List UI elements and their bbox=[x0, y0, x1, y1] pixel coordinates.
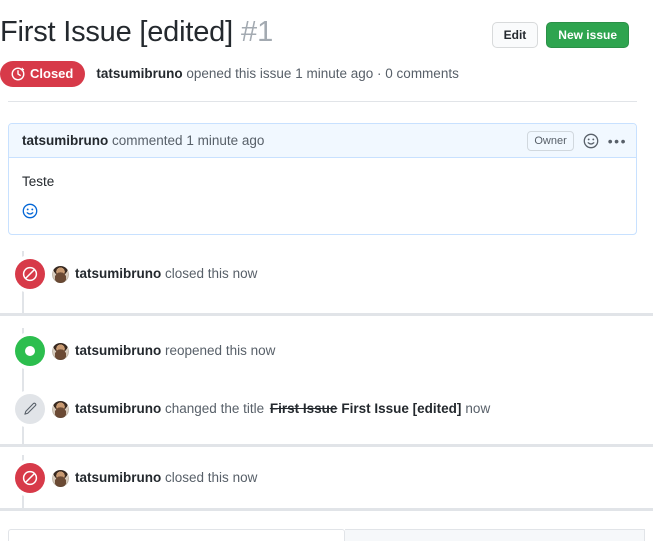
timeline-event-renamed: tatsumibruno changed the title First Iss… bbox=[8, 386, 653, 432]
timeline-event-closed-1: tatsumibruno closed this now bbox=[8, 251, 653, 297]
timeline-event-closed-2: tatsumibruno closed this now bbox=[8, 455, 653, 501]
avatar bbox=[52, 469, 69, 487]
event-time: now bbox=[232, 266, 258, 282]
smiley-icon[interactable] bbox=[583, 133, 599, 149]
timeline-event-text: tatsumibruno closed this now bbox=[52, 469, 257, 487]
timeline-group-2: tatsumibruno reopened this now tatsumibr… bbox=[0, 328, 653, 445]
form-spacer bbox=[0, 511, 653, 530]
event-time: now bbox=[232, 470, 258, 486]
pencil-icon bbox=[15, 394, 45, 425]
old-title: First Issue bbox=[269, 401, 338, 417]
event-action: closed this bbox=[165, 266, 229, 282]
event-author[interactable]: tatsumibruno bbox=[75, 469, 161, 487]
issue-closed-icon bbox=[11, 67, 25, 81]
meta-separator: · bbox=[377, 66, 382, 82]
comment-action: commented bbox=[112, 132, 183, 148]
event-time: now bbox=[250, 343, 276, 359]
issue-comment: tatsumibruno commented 1 minute ago Owne… bbox=[8, 123, 637, 236]
page-title: First Issue [edited] bbox=[0, 16, 233, 48]
issue-title-wrap: First Issue [edited] #1 bbox=[0, 14, 273, 50]
event-action: changed the title bbox=[165, 401, 265, 417]
circle-slash-icon bbox=[15, 463, 45, 494]
issue-comment-count: 0 comments bbox=[385, 66, 459, 82]
new-issue-button[interactable]: New issue bbox=[546, 22, 629, 48]
edit-button[interactable]: Edit bbox=[491, 22, 539, 48]
kebab-horizontal-icon[interactable]: ••• bbox=[608, 134, 627, 148]
comment-byline: tatsumibruno commented 1 minute ago bbox=[22, 132, 264, 150]
avatar bbox=[52, 342, 69, 360]
event-time: now bbox=[465, 401, 491, 417]
comment-text: Teste bbox=[22, 174, 55, 190]
tab-write[interactable] bbox=[8, 529, 345, 541]
event-author[interactable]: tatsumibruno bbox=[75, 342, 161, 360]
event-author[interactable]: tatsumibruno bbox=[75, 265, 161, 283]
new-title: First Issue [edited] bbox=[341, 401, 462, 417]
status-badge-label: Closed bbox=[30, 66, 74, 82]
comment-header-actions: Owner ••• bbox=[527, 130, 627, 151]
dot-icon bbox=[15, 336, 45, 367]
timeline-divider-2 bbox=[0, 444, 653, 448]
issue-state-row: Closed tatsumibruno opened this issue 1 … bbox=[0, 50, 637, 88]
tabnav-filler bbox=[345, 529, 645, 541]
timeline-event-text: tatsumibruno changed the title First Iss… bbox=[52, 400, 490, 418]
issue-header: First Issue [edited] #1 Edit New issue bbox=[0, 0, 637, 50]
comment-author[interactable]: tatsumibruno bbox=[22, 133, 108, 148]
issue-opened-action: opened this issue bbox=[186, 66, 292, 82]
issue-opened-author[interactable]: tatsumibruno bbox=[96, 66, 182, 81]
timeline-group-3: tatsumibruno closed this now bbox=[0, 455, 653, 509]
comment-body: Teste bbox=[9, 158, 636, 234]
owner-badge[interactable]: Owner bbox=[527, 130, 574, 151]
timeline-group-1: tatsumibruno closed this now bbox=[0, 251, 653, 314]
issue-number: #1 bbox=[240, 16, 274, 48]
timeline-event-reopened: tatsumibruno reopened this now bbox=[8, 328, 653, 374]
event-author[interactable]: tatsumibruno bbox=[75, 400, 161, 418]
smiley-plus-icon[interactable] bbox=[22, 203, 38, 219]
issue-page: First Issue [edited] #1 Edit New issue C… bbox=[0, 0, 653, 541]
comment-header: tatsumibruno commented 1 minute ago Owne… bbox=[9, 124, 636, 159]
issue-meta: tatsumibruno opened this issue 1 minute … bbox=[96, 65, 458, 83]
reaction-row bbox=[22, 191, 623, 234]
issue-opened-time: 1 minute ago bbox=[295, 66, 374, 82]
circle-slash-icon bbox=[15, 259, 45, 290]
new-comment-form bbox=[0, 529, 653, 541]
status-badge: Closed bbox=[0, 61, 86, 88]
comment-container: tatsumibruno commented 1 minute ago Owne… bbox=[0, 102, 653, 236]
event-action: reopened this bbox=[165, 343, 247, 359]
avatar bbox=[52, 265, 69, 283]
comment-time: 1 minute ago bbox=[186, 132, 265, 148]
timeline-event-text: tatsumibruno closed this now bbox=[52, 265, 257, 283]
event-action: closed this bbox=[165, 470, 229, 486]
header-actions: Edit New issue bbox=[491, 14, 637, 48]
timeline-divider-1 bbox=[0, 313, 653, 317]
avatar bbox=[52, 400, 69, 418]
comment-form-tabnav bbox=[8, 529, 645, 541]
timeline-event-text: tatsumibruno reopened this now bbox=[52, 342, 275, 360]
